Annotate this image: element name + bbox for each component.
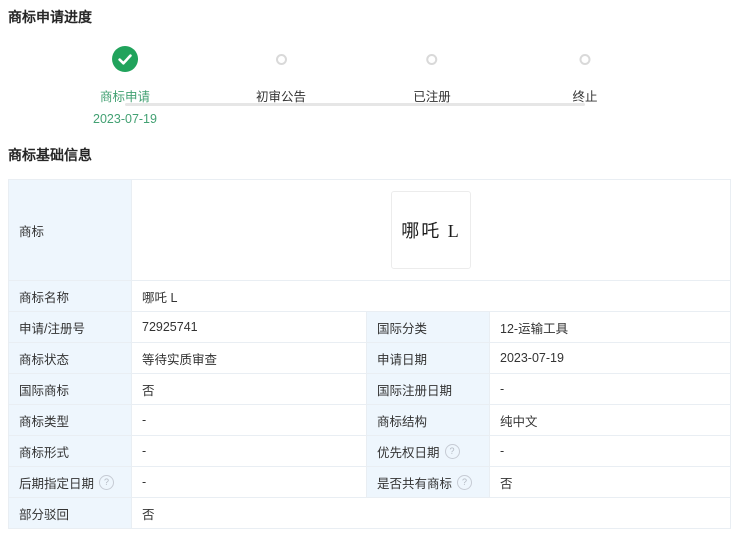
row-value: 2023-07-19 bbox=[490, 343, 730, 373]
row-value: 哪吒 L bbox=[132, 281, 730, 311]
row-label: 是否共有商标? bbox=[367, 467, 490, 497]
row-value: 72925741 bbox=[132, 312, 367, 342]
info-table: 商标哪吒 L商标名称哪吒 L申请/注册号72925741国际分类12-运输工具商… bbox=[8, 179, 731, 529]
row-label: 部分驳回 bbox=[9, 498, 132, 528]
table-row: 商标形式-优先权日期?- bbox=[9, 435, 730, 466]
row-label-text: 申请日期 bbox=[377, 349, 427, 368]
row-label-text: 商标结构 bbox=[377, 411, 427, 430]
table-row: 部分驳回 否 bbox=[9, 497, 730, 528]
table-row: 申请/注册号 72925741 国际分类 12-运输工具 bbox=[9, 311, 730, 342]
row-label: 国际注册日期 bbox=[367, 374, 490, 404]
row-value-text: 否 bbox=[142, 380, 155, 399]
row-value: 纯中文 bbox=[490, 405, 730, 435]
row-label-text: 商标状态 bbox=[19, 349, 69, 368]
row-label-text: 部分驳回 bbox=[19, 504, 69, 523]
row-label: 商标名称 bbox=[9, 281, 132, 311]
row-value: - bbox=[132, 436, 367, 466]
table-row: 商标名称 哪吒 L bbox=[9, 280, 730, 311]
row-value: - bbox=[132, 405, 367, 435]
row-label: 申请/注册号 bbox=[9, 312, 132, 342]
table-row: 商标类型 - 商标结构 纯中文 bbox=[9, 404, 730, 435]
check-circle-icon bbox=[112, 46, 138, 72]
help-icon[interactable]: ? bbox=[99, 475, 114, 490]
row-value-text: 12-运输工具 bbox=[500, 318, 568, 337]
table-row: 商标 哪吒 L bbox=[9, 180, 730, 280]
table-row: 商标状态 等待实质审查 申请日期 2023-07-19 bbox=[9, 342, 730, 373]
row-value: 否 bbox=[132, 498, 730, 528]
row-value: - bbox=[132, 467, 367, 497]
row-label-text: 是否共有商标 bbox=[377, 473, 452, 492]
row-label: 国际分类 bbox=[367, 312, 490, 342]
trademark-progress-title: 商标申请进度 bbox=[8, 9, 92, 25]
row-label-text: 申请/注册号 bbox=[19, 318, 85, 337]
row-value-text: - bbox=[142, 444, 146, 458]
stepper: 商标申请 2023-07-19 初审公告 已注册 终止 bbox=[0, 46, 744, 136]
step-label: 终止 bbox=[572, 86, 597, 105]
trademark-basic-info-title: 商标基础信息 bbox=[8, 147, 92, 163]
row-value: 等待实质审查 bbox=[132, 343, 367, 373]
row-label-text: 优先权日期 bbox=[377, 442, 440, 461]
row-value-text: - bbox=[142, 475, 146, 489]
row-label: 国际商标 bbox=[9, 374, 132, 404]
row-label: 商标状态 bbox=[9, 343, 132, 373]
trademark-image-cell: 哪吒 L bbox=[132, 180, 730, 280]
row-value: 12-运输工具 bbox=[490, 312, 730, 342]
row-value: - bbox=[490, 436, 730, 466]
row-label-text: 商标形式 bbox=[19, 442, 69, 461]
row-value-text: 否 bbox=[500, 473, 513, 492]
row-label: 申请日期 bbox=[367, 343, 490, 373]
row-label-text: 商标名称 bbox=[19, 287, 69, 306]
step-date: 2023-07-19 bbox=[93, 112, 157, 126]
help-icon[interactable]: ? bbox=[457, 475, 472, 490]
trademark-image: 哪吒 L bbox=[391, 191, 471, 269]
row-value-text: 否 bbox=[142, 504, 155, 523]
row-label: 商标 bbox=[9, 180, 132, 280]
row-value: 否 bbox=[490, 467, 730, 497]
row-value-text: 纯中文 bbox=[500, 411, 538, 430]
row-value-text: - bbox=[142, 413, 146, 427]
row-label-text: 商标类型 bbox=[19, 411, 69, 430]
row-value-text: 72925741 bbox=[142, 320, 198, 334]
step-3: 已注册 bbox=[413, 46, 451, 105]
step-4: 终止 bbox=[572, 46, 597, 105]
row-value: - bbox=[490, 374, 730, 404]
row-label: 商标形式 bbox=[9, 436, 132, 466]
row-label-text: 商标 bbox=[19, 221, 44, 240]
row-label: 后期指定日期? bbox=[9, 467, 132, 497]
row-value-text: 2023-07-19 bbox=[500, 351, 564, 365]
help-icon[interactable]: ? bbox=[445, 444, 460, 459]
step-1: 商标申请 2023-07-19 bbox=[93, 46, 157, 126]
step-circle-icon bbox=[579, 54, 590, 65]
row-value: 否 bbox=[132, 374, 367, 404]
stepper-track-line bbox=[125, 103, 585, 106]
step-2: 初审公告 bbox=[256, 46, 306, 105]
row-label: 商标结构 bbox=[367, 405, 490, 435]
step-label: 初审公告 bbox=[256, 86, 306, 105]
row-value-text: 等待实质审查 bbox=[142, 349, 217, 368]
row-value-text: - bbox=[500, 444, 504, 458]
row-value-text: 哪吒 L bbox=[142, 287, 177, 306]
row-label-text: 国际分类 bbox=[377, 318, 427, 337]
step-circle-icon bbox=[275, 54, 286, 65]
table-row: 国际商标 否 国际注册日期 - bbox=[9, 373, 730, 404]
row-label-text: 国际商标 bbox=[19, 380, 69, 399]
row-label-text: 后期指定日期 bbox=[19, 473, 94, 492]
row-value-text: - bbox=[500, 382, 504, 396]
table-row: 后期指定日期?-是否共有商标?否 bbox=[9, 466, 730, 497]
step-circle-icon bbox=[426, 54, 437, 65]
row-label: 优先权日期? bbox=[367, 436, 490, 466]
row-label: 商标类型 bbox=[9, 405, 132, 435]
step-label: 商标申请 bbox=[93, 86, 157, 105]
row-label-text: 国际注册日期 bbox=[377, 380, 452, 399]
step-label: 已注册 bbox=[413, 86, 451, 105]
